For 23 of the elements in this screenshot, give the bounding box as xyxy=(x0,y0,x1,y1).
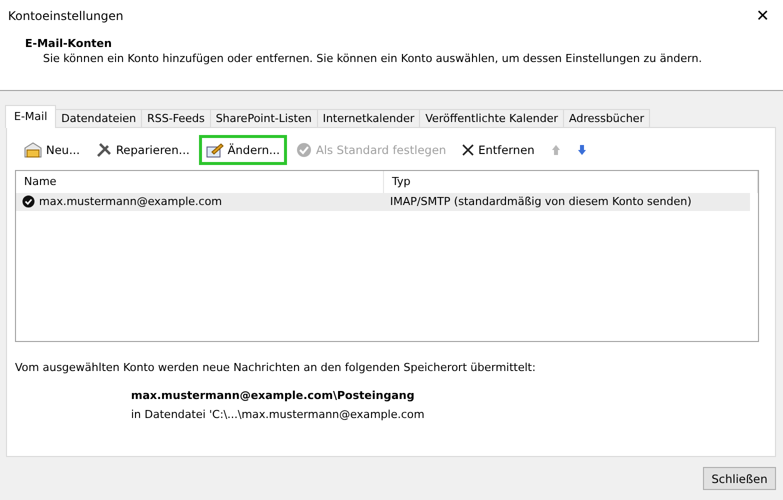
pencil-card-icon xyxy=(206,142,224,158)
arrow-down-icon xyxy=(576,144,587,156)
section-description: Sie können ein Konto hinzufügen oder entfernen. Sie können ein Konto auswählen, um dessen Einstellungen zu ändern. xyxy=(43,52,703,65)
toolbar-button[interactable]: Neu... xyxy=(17,134,87,165)
tab[interactable]: Adressbücher xyxy=(563,108,650,128)
checkmark-icon xyxy=(296,142,312,158)
close-dialog-button[interactable]: Schließen xyxy=(703,467,776,490)
close-icon xyxy=(462,144,474,156)
toolbar-button[interactable]: Reparieren... xyxy=(88,134,197,165)
delivery-folder: max.mustermann@example.com\Posteingang xyxy=(131,388,416,402)
table-cell: max.mustermann@example.com xyxy=(39,195,222,208)
table-cell: IMAP/SMTP (standardmäßig von diesem Konto senden) xyxy=(390,195,692,208)
close-button[interactable]: ✕ xyxy=(756,6,769,26)
delivery-description: Vom ausgewählten Konto werden neue Nachrichten an den folgenden Speicherort übermittelt: xyxy=(15,360,537,374)
account-row[interactable]: max.mustermann@example.com IMAP/SMTP (standardmäßig von diesem Konto senden) xyxy=(16,192,750,211)
section-title: E-Mail-Konten xyxy=(25,37,113,50)
envelope-icon xyxy=(24,142,42,158)
arrow-up-icon xyxy=(550,144,561,156)
toolbar-button[interactable]: Ändern... xyxy=(198,134,287,165)
data-file-path: in Datendatei 'C:\...\max.mustermann@example.com xyxy=(131,408,426,421)
toolbar-button[interactable]: Entfernen xyxy=(455,134,542,165)
tab[interactable]: E-Mail xyxy=(5,104,56,128)
window-title: Kontoeinstellungen xyxy=(8,9,124,23)
